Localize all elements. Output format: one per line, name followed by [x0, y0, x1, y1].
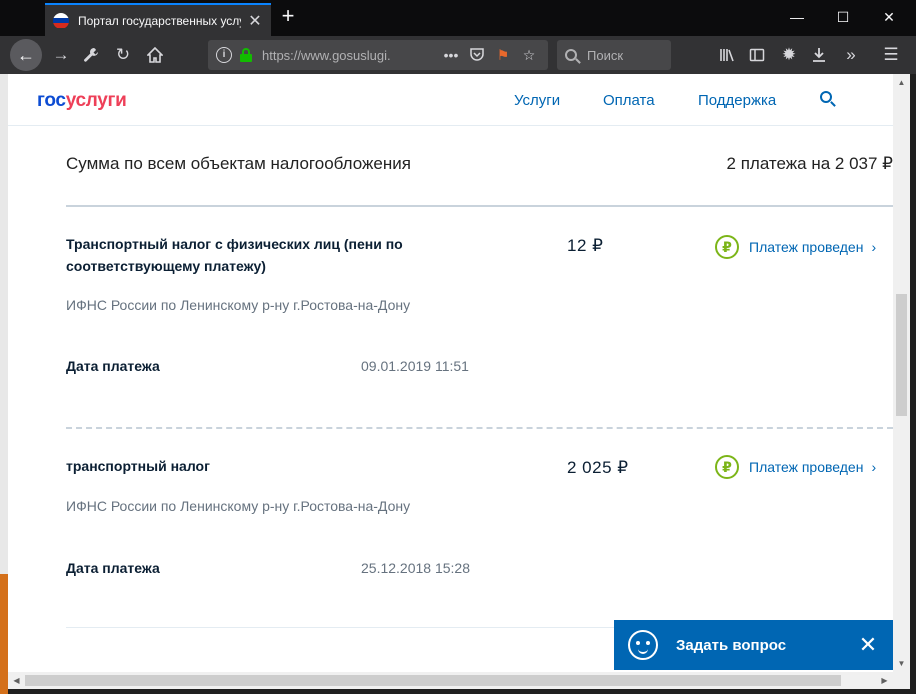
nav-payment[interactable]: Оплата: [603, 92, 655, 109]
payment-amount: 2 025 ₽: [567, 458, 629, 477]
divider: [66, 205, 893, 207]
forward-icon[interactable]: →: [46, 40, 76, 70]
menu-icon[interactable]: ☰: [876, 40, 906, 70]
ruble-icon: ₽: [715, 235, 739, 259]
vertical-scroll-thumb[interactable]: [896, 294, 907, 416]
ask-question-widget[interactable]: Задать вопрос ✕: [614, 620, 893, 670]
download-icon[interactable]: [804, 40, 834, 70]
close-window-button[interactable]: ✕: [866, 0, 912, 34]
site-header: госуслуги Услуги Оплата Поддержка: [8, 74, 893, 126]
horizontal-scroll-thumb[interactable]: [25, 675, 841, 686]
ask-question-label[interactable]: Задать вопрос: [676, 637, 857, 654]
divider-dashed: [66, 427, 893, 429]
page-content: госуслуги Услуги Оплата Поддержка Сумма …: [8, 74, 893, 672]
wrench-icon[interactable]: [76, 40, 106, 70]
payment-date: 25.12.2018 15:28: [361, 560, 470, 576]
payment-org: ИФНС России по Ленинскому р-ну г.Ростова…: [66, 297, 411, 313]
scroll-left-icon[interactable]: ◀: [8, 672, 25, 689]
payment-status-link[interactable]: ₽ Платеж проведен ›: [715, 235, 876, 259]
vertical-scrollbar[interactable]: ▲ ▼: [893, 74, 910, 672]
back-icon[interactable]: ←: [10, 39, 42, 71]
tab-title: Портал государственных услуг: [78, 13, 241, 28]
scroll-down-icon[interactable]: ▼: [893, 655, 910, 672]
site-search-icon[interactable]: [820, 91, 836, 107]
reload-icon[interactable]: ↻: [108, 40, 138, 70]
nav-toolbar: ← → ↻ i https://www.gosuslugi. ••• ⚑ ☆ П…: [0, 36, 916, 74]
payment-title: Транспортный налог с физических лиц (пен…: [66, 236, 403, 274]
browser-tab[interactable]: Портал государственных услуг ✕: [45, 3, 271, 36]
nav-services[interactable]: Услуги: [514, 92, 560, 109]
payment-status[interactable]: Платеж проведен: [749, 239, 863, 255]
page-actions-icon[interactable]: •••: [440, 47, 462, 63]
tab-close-icon[interactable]: ✕: [247, 11, 263, 31]
payment-date-label: Дата платежа: [66, 358, 160, 374]
lock-icon[interactable]: [240, 48, 252, 62]
payment-org: ИФНС России по Ленинскому р-ну г.Ростова…: [66, 498, 411, 514]
close-icon[interactable]: ✕: [857, 632, 879, 658]
scroll-right-icon[interactable]: ▶: [876, 672, 893, 689]
payment-date-label: Дата платежа: [66, 560, 160, 576]
extension-icon[interactable]: ⚑: [492, 47, 514, 64]
scroll-corner: [893, 672, 910, 689]
browser-window: Портал государственных услуг ✕ + — ☐ ✕ ←…: [0, 0, 916, 694]
tab-bar: Портал государственных услуг ✕ + — ☐ ✕: [0, 0, 916, 36]
gosuslugi-logo[interactable]: госуслуги: [37, 90, 127, 112]
pocket-icon[interactable]: [466, 47, 488, 64]
chevron-right-icon[interactable]: ›: [871, 239, 876, 255]
russia-flag-icon: [53, 12, 69, 29]
new-tab-button[interactable]: +: [276, 5, 300, 29]
chevron-right-icon[interactable]: ›: [871, 459, 876, 475]
horizontal-scrollbar[interactable]: ◀ ▶: [8, 672, 893, 689]
scroll-up-icon[interactable]: ▲: [893, 74, 910, 91]
search-icon: [565, 49, 577, 61]
home-icon[interactable]: [140, 40, 170, 70]
gear-icon[interactable]: ✹: [774, 40, 804, 70]
info-icon[interactable]: i: [216, 47, 232, 63]
left-edge: [0, 74, 8, 694]
search-bar[interactable]: Поиск: [557, 40, 671, 70]
overflow-icon[interactable]: »: [836, 40, 866, 70]
library-icon[interactable]: [712, 40, 742, 70]
payment-date: 09.01.2019 11:51: [361, 358, 469, 374]
minimize-button[interactable]: —: [774, 0, 820, 34]
address-bar[interactable]: i https://www.gosuslugi. ••• ⚑ ☆: [208, 40, 548, 70]
ruble-icon: ₽: [715, 455, 739, 479]
nav-support[interactable]: Поддержка: [698, 92, 776, 109]
support-agent-icon: [628, 630, 658, 660]
reader-icon[interactable]: [742, 40, 772, 70]
url-text[interactable]: https://www.gosuslugi.: [262, 48, 436, 63]
payment-status-link[interactable]: ₽ Платеж проведен ›: [715, 455, 876, 479]
search-placeholder: Поиск: [587, 47, 624, 63]
payment-amount: 12 ₽: [567, 236, 604, 255]
payment-status[interactable]: Платеж проведен: [749, 459, 863, 475]
bookmark-star-icon[interactable]: ☆: [518, 47, 540, 64]
summary-label: Сумма по всем объектам налогообложения: [66, 154, 411, 173]
payment-title: транспортный налог: [66, 458, 210, 474]
maximize-button[interactable]: ☐: [820, 0, 866, 34]
summary-value: 2 платежа на 2 037 ₽: [726, 154, 893, 173]
